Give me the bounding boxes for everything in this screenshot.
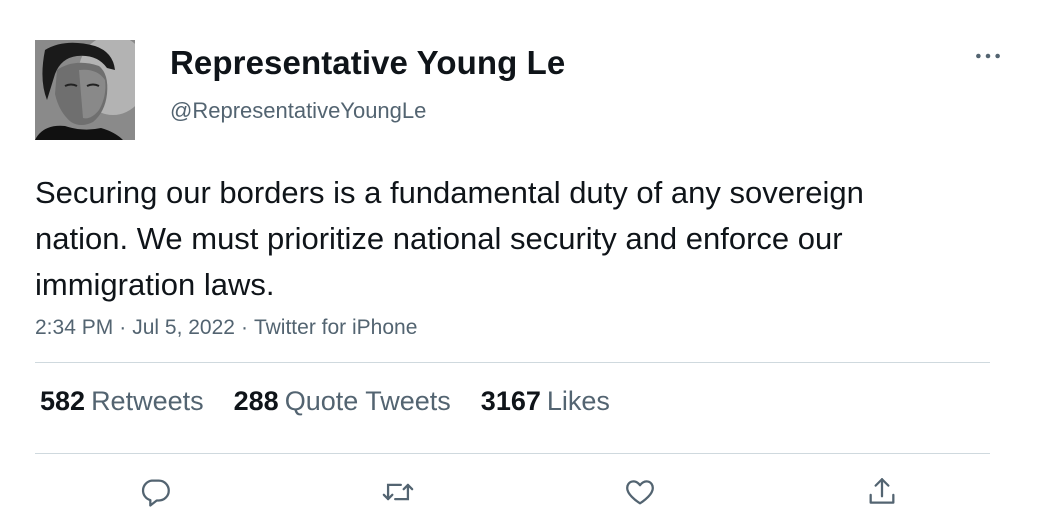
more-options-button[interactable] — [972, 44, 1004, 68]
tweet-card: Representative Young Le @RepresentativeY… — [0, 0, 1050, 525]
profile-photo-icon — [35, 40, 135, 140]
like-icon — [626, 480, 654, 505]
retweet-button[interactable] — [378, 472, 418, 512]
quote-tweets-label: Quote Tweets — [284, 386, 451, 416]
user-handle[interactable]: @RepresentativeYoungLe — [170, 98, 426, 124]
tweet-time[interactable]: 2:34 PM — [35, 316, 113, 339]
reply-icon — [141, 479, 170, 507]
quote-tweets-count: 288 — [233, 386, 279, 416]
meta-separator: · — [240, 316, 248, 339]
quote-tweets-stat[interactable]: 288 Quote Tweets — [234, 386, 451, 417]
tweet-metadata: 2:34 PM · Jul 5, 2022 · Twitter for iPhone — [35, 316, 417, 340]
meta-separator: · — [119, 316, 127, 339]
retweet-icon — [382, 483, 414, 501]
retweets-count: 582 — [40, 386, 86, 416]
tweet-text: Securing our borders is a fundamental du… — [35, 175, 864, 302]
share-button[interactable] — [862, 472, 902, 512]
engagement-stats: 582 Retweets 288 Quote Tweets 3167 Likes — [40, 386, 610, 417]
likes-count: 3167 — [480, 386, 541, 416]
likes-stat[interactable]: 3167 Likes — [481, 386, 610, 417]
like-button[interactable] — [620, 472, 660, 512]
tweet-date[interactable]: Jul 5, 2022 — [132, 316, 235, 339]
reply-button[interactable] — [136, 472, 176, 512]
ellipsis-icon — [976, 53, 1000, 59]
tweet-source[interactable]: Twitter for iPhone — [254, 316, 417, 339]
avatar[interactable] — [35, 40, 135, 140]
retweets-stat[interactable]: 582 Retweets — [40, 386, 204, 417]
divider — [35, 453, 990, 454]
retweets-label: Retweets — [91, 386, 204, 416]
likes-label: Likes — [546, 386, 610, 416]
divider — [35, 362, 990, 363]
display-name[interactable]: Representative Young Le — [170, 44, 565, 82]
action-bar — [0, 472, 1050, 522]
share-icon — [869, 478, 895, 504]
